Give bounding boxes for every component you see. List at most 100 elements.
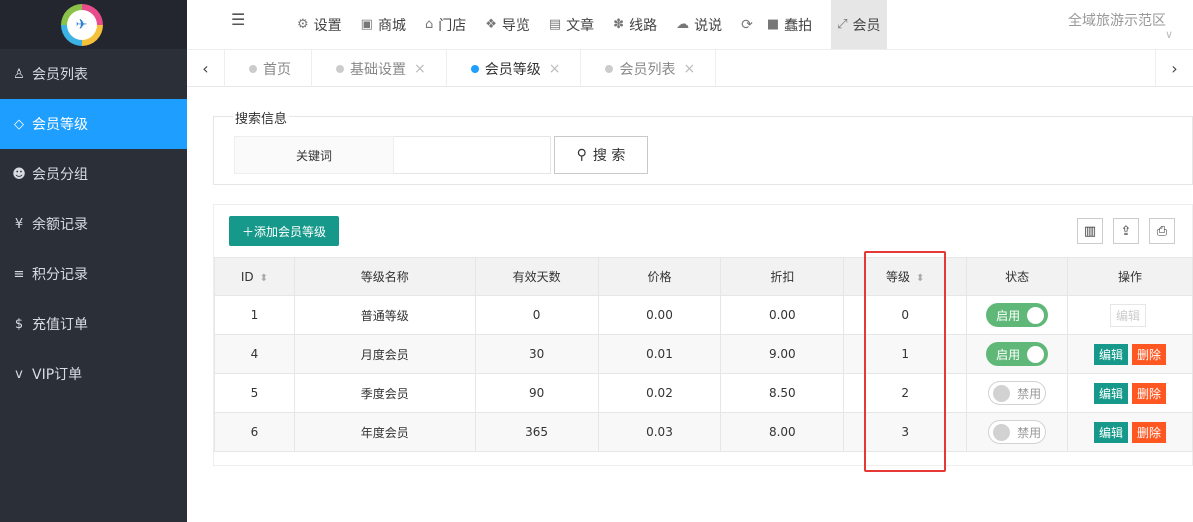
top-nav-item-2[interactable]: ⌂ 门店 [425, 0, 466, 49]
menu-toggle-icon[interactable]: ☰ [231, 10, 245, 29]
refresh-icon[interactable]: ⟳ [741, 17, 753, 33]
edit-button[interactable]: 编辑 [1094, 382, 1129, 404]
chevron-down-icon[interactable]: ∨ [1165, 28, 1173, 41]
delete-button[interactable]: 删除 [1132, 421, 1167, 443]
top-nav-label: 蠢拍 [784, 17, 813, 34]
sidebar-item-4[interactable]: ≡ 积分记录 [0, 249, 187, 299]
column-header-2: 有效天数 [474, 257, 599, 296]
column-header-label: 有效天数 [512, 270, 561, 284]
logo-area: ✈ [0, 0, 187, 49]
column-header-label: 操作 [1118, 270, 1143, 284]
logo-icon[interactable]: ✈ [60, 3, 103, 46]
status-toggle[interactable]: 启用 [986, 303, 1049, 327]
top-nav-label: 会员 [852, 17, 881, 34]
sort-icon[interactable]: ⬍ [916, 273, 924, 284]
status-label: 启用 [996, 347, 1021, 362]
database-icon: ≡ [13, 266, 25, 282]
shop-icon: ▣ [360, 17, 373, 32]
cell-days: 0 [474, 295, 599, 335]
top-nav-label: 线路 [629, 17, 658, 34]
top-nav-item-5[interactable]: ✽ 线路 [613, 0, 657, 49]
sidebar-item-3[interactable]: ¥ 余额记录 [0, 199, 187, 249]
sidebar-item-0[interactable]: ♙ 会员列表 [0, 49, 187, 99]
cell-status: 启用 [966, 334, 1069, 374]
top-nav-item-3[interactable]: ❖ 导览 [485, 0, 530, 49]
top-nav-item-7[interactable]: ■ 蠢拍 [767, 0, 812, 49]
close-icon[interactable]: × [549, 61, 561, 77]
delete-button[interactable]: 删除 [1132, 343, 1167, 365]
dollar-icon: $ [14, 316, 24, 332]
search-legend: 搜索信息 [233, 108, 290, 127]
add-level-button[interactable]: ＋添加会员等级 [229, 216, 339, 246]
tab-scroll-left-button[interactable]: ‹ [187, 50, 225, 87]
sort-icon[interactable]: ⬍ [260, 273, 268, 284]
cell-days: 90 [474, 373, 599, 413]
top-nav: ⚙ 设置 ▣ 商城 ⌂ 门店 ❖ 导览 ▤ 文章 ✽ 线路 ☁ 说说 ⟳ ■ 蠢拍 ⤢ 会员 [297, 0, 887, 49]
close-icon[interactable]: × [414, 61, 426, 77]
print-icon[interactable]: ⎙ [1149, 218, 1175, 244]
vimeo-icon: v [15, 366, 23, 382]
table-row: 5 季度会员 90 0.02 8.50 2 禁用 编辑 删除 [214, 373, 1193, 413]
cell-price: 0.00 [597, 295, 722, 335]
tab-0[interactable]: 首页 [225, 50, 312, 87]
edit-button: 编辑 [1110, 303, 1147, 327]
bank-icon: ⌂ [424, 17, 434, 32]
tab-1[interactable]: 基础设置 × [312, 50, 447, 87]
keyword-input[interactable] [394, 136, 551, 174]
status-toggle[interactable]: 启用 [986, 342, 1049, 366]
tab-2[interactable]: 会员等级 × [447, 50, 582, 87]
sidebar-item-label: 会员列表 [32, 67, 88, 83]
sidebar-item-6[interactable]: v VIP订单 [0, 349, 187, 399]
cubes-icon: ❖ [485, 17, 497, 32]
cell-name: 季度会员 [293, 373, 476, 413]
cell-level: 3 [843, 412, 968, 452]
column-header-4: 折扣 [720, 257, 845, 296]
table-row: 6 年度会员 365 0.03 8.00 3 禁用 编辑 删除 [214, 412, 1193, 452]
level-table: ID ⬍ 等级名称 有效天数 价格 折扣 等级 ⬍ 状态 操作 1 普通等级 0 0.00 0.00 0 启用… [214, 257, 1193, 452]
status-toggle[interactable]: 禁用 [988, 381, 1047, 405]
tab-3[interactable]: 会员列表 × [581, 50, 717, 87]
delete-button[interactable]: 删除 [1132, 382, 1167, 404]
top-nav-item-0[interactable]: ⚙ 设置 [297, 0, 342, 49]
cell-actions: 编辑 删除 [1067, 373, 1193, 413]
sidebar-item-5[interactable]: $ 充值订单 [0, 299, 187, 349]
tab-label: 基础设置 [350, 61, 406, 78]
top-nav-item-8[interactable]: ⤢ 会员 [831, 0, 887, 49]
cell-id: 6 [214, 412, 295, 452]
search-icon: ⚲ [576, 147, 587, 163]
columns-filter-icon[interactable]: ▥ [1077, 218, 1103, 244]
cell-discount: 8.00 [720, 412, 845, 452]
export-icon[interactable]: ⇪ [1113, 218, 1139, 244]
search-button[interactable]: ⚲ 搜 索 [554, 136, 648, 174]
tab-dot-icon [470, 64, 479, 73]
top-nav-item-6[interactable]: ☁ 说说 [676, 0, 722, 49]
table-row: 1 普通等级 0 0.00 0.00 0 启用 编辑 [214, 295, 1193, 335]
sidebar-item-label: 会员等级 [32, 117, 88, 133]
cell-actions: 编辑 删除 [1067, 334, 1193, 374]
column-header-label: 状态 [1005, 270, 1030, 284]
sidebar-item-label: 余额记录 [32, 217, 88, 233]
gears-icon: ⚙ [297, 17, 309, 32]
sidebar-item-label: VIP订单 [32, 367, 83, 383]
column-header-0[interactable]: ID ⬍ [214, 257, 295, 296]
status-toggle[interactable]: 禁用 [988, 420, 1047, 444]
user-icon: ♙ [13, 66, 25, 82]
sidebar-item-label: 充值订单 [32, 317, 88, 333]
cell-days: 30 [474, 334, 599, 374]
top-nav-label: 文章 [566, 17, 595, 34]
sidebar-item-1[interactable]: ◇ 会员等级 [0, 99, 187, 149]
close-icon[interactable]: × [683, 61, 695, 77]
sidebar-item-2[interactable]: ☻ 会员分组 [0, 149, 187, 199]
cell-discount: 0.00 [720, 295, 845, 335]
column-header-5[interactable]: 等级 ⬍ [843, 257, 968, 296]
tab-scroll-right-button[interactable]: › [1155, 50, 1193, 87]
tab-dot-icon [336, 64, 344, 73]
top-nav-item-1[interactable]: ▣ 商城 [361, 0, 406, 49]
status-label: 禁用 [1017, 386, 1042, 401]
toggle-knob [1027, 306, 1045, 324]
diamond-icon: ◇ [14, 116, 24, 132]
site-name[interactable]: 全域旅游示范区 [1068, 10, 1166, 30]
top-nav-item-4[interactable]: ▤ 文章 [549, 0, 594, 49]
edit-button[interactable]: 编辑 [1094, 343, 1129, 365]
edit-button[interactable]: 编辑 [1094, 421, 1129, 443]
